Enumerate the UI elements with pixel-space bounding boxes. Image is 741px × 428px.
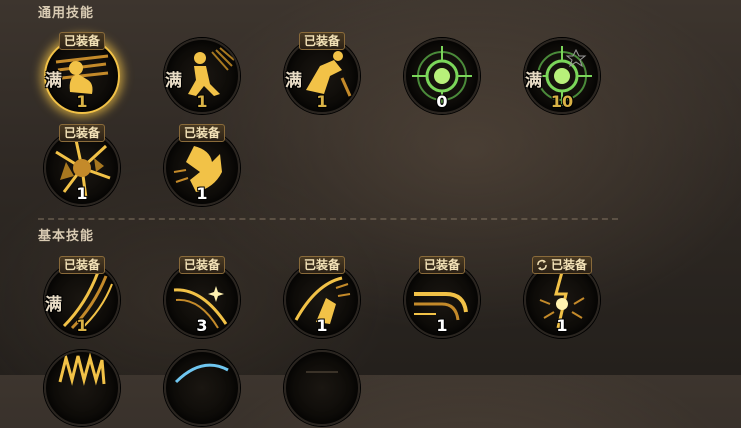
basic-skill-7[interactable]: [162, 348, 242, 428]
basic-skill-3[interactable]: 已装备 1: [282, 256, 362, 340]
equipped-tag: 已装备: [531, 256, 593, 274]
skill-level: 1: [316, 92, 328, 111]
equipped-label: 已装备: [550, 258, 588, 272]
section-divider: [38, 218, 618, 220]
equipped-tag: 已装备: [58, 124, 106, 142]
sync-icon: [537, 259, 547, 271]
skill-level: 1: [316, 316, 328, 335]
skill-level: 10: [550, 92, 574, 111]
general-skill-1[interactable]: 已装备 满 1: [42, 32, 122, 116]
flame-spikes-icon: [58, 352, 106, 386]
equipped-tag: 已装备: [58, 256, 106, 274]
equipped-tag: 已装备: [58, 32, 106, 50]
general-skills-title: 通用技能: [38, 6, 95, 21]
basic-skill-6[interactable]: [42, 348, 122, 428]
basic-skill-1[interactable]: 已装备 满 1: [42, 256, 122, 340]
skill-level: 1: [436, 316, 448, 335]
general-skill-6[interactable]: 已装备 1: [42, 124, 122, 208]
maxed-mark: 满: [45, 71, 62, 91]
general-skill-4[interactable]: 0: [402, 36, 482, 116]
general-skill-7[interactable]: 已装备 1: [162, 124, 242, 208]
ice-arc-icon: [174, 363, 229, 384]
equipped-tag: 已装备: [298, 32, 346, 50]
basic-skill-4[interactable]: 已装备 1: [402, 256, 482, 340]
maxed-mark: 满: [45, 295, 62, 315]
skill-level: 0: [436, 92, 448, 111]
general-skill-5[interactable]: 满 10: [522, 36, 602, 116]
skill-level: 1: [76, 92, 88, 111]
equipped-tag: 已装备: [178, 256, 226, 274]
skill-level: 1: [76, 316, 88, 335]
maxed-mark: 满: [165, 71, 182, 91]
skill-level: 1: [76, 184, 88, 203]
skill-level: 1: [196, 92, 208, 111]
general-skill-2[interactable]: 满 1: [162, 36, 242, 116]
equipped-tag: 已装备: [418, 256, 466, 274]
basic-skill-8[interactable]: [282, 348, 362, 428]
basic-skill-5[interactable]: 已装备 1: [522, 256, 602, 340]
skill-level: 3: [196, 316, 208, 335]
equipped-tag: 已装备: [298, 256, 346, 274]
basic-skills-title: 基本技能: [38, 229, 95, 244]
skill-icon: [306, 371, 338, 373]
maxed-mark: 满: [285, 71, 302, 91]
maxed-mark: 满: [525, 71, 542, 91]
skill-level: 1: [196, 184, 208, 203]
skill-level: 1: [556, 316, 568, 335]
basic-skill-2[interactable]: 已装备 3: [162, 256, 242, 340]
equipped-tag: 已装备: [178, 124, 226, 142]
general-skill-3[interactable]: 已装备 满 1: [282, 32, 362, 116]
